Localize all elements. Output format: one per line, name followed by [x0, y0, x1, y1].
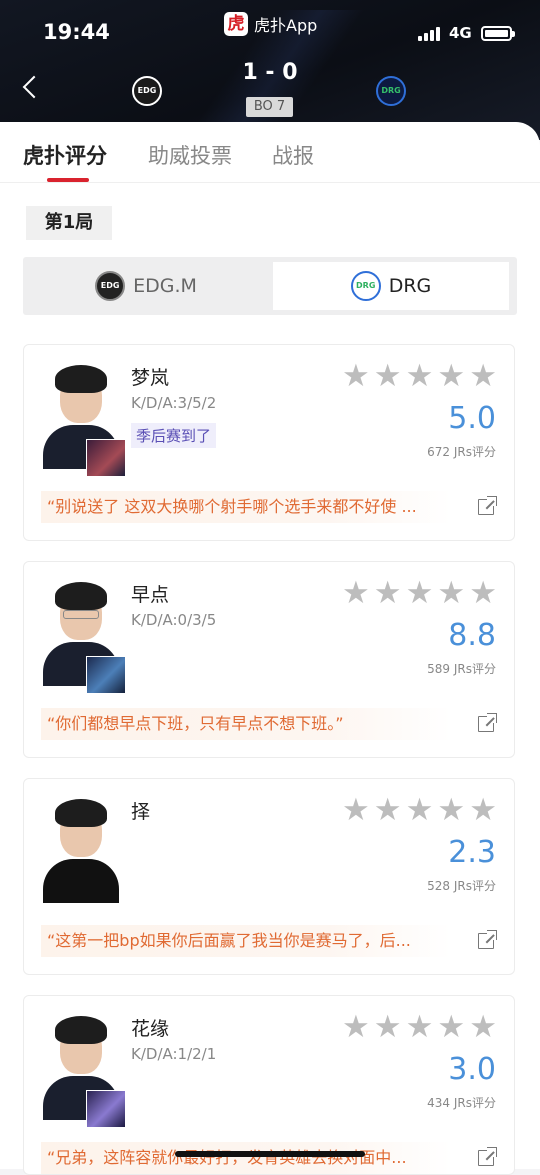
rating-count: 589 JRs评分	[427, 662, 496, 676]
share-icon[interactable]	[478, 713, 497, 732]
round-selector[interactable]: 第1局	[26, 206, 112, 240]
star-icon[interactable]: ★	[374, 1012, 402, 1043]
player-card[interactable]: 早点 K/D/A:0/3/5 ★ ★ ★ ★ ★ 8.8 589 JRs评分 “你们都想…	[23, 561, 515, 758]
star-icon[interactable]: ★	[437, 1012, 465, 1043]
top-comment[interactable]: “别说送了 这双大换哪个射手哪个选手来都不好使 ...	[41, 491, 451, 523]
cellular-signal-icon	[418, 27, 440, 41]
player-kda: K/D/A:1/2/1	[131, 1045, 217, 1063]
app-name: 虎扑App	[254, 16, 318, 35]
match-header: 19:44 虎 虎扑App 4G EDG 1 - 0 BO 7 DRG	[0, 0, 540, 140]
player-card[interactable]: 梦岚 K/D/A:3/5/2 季后赛到了 ★ ★ ★ ★ ★ 5.0 672 JRs评分…	[23, 344, 515, 541]
star-icon[interactable]: ★	[406, 795, 434, 826]
rating-stars[interactable]: ★ ★ ★ ★ ★	[342, 795, 497, 826]
team-option-label: EDG.M	[133, 275, 197, 297]
champion-icon	[86, 656, 126, 694]
team-option-label: DRG	[388, 275, 432, 297]
hupu-logo-icon: 虎	[224, 12, 248, 36]
team-option-edgm[interactable]: EDG EDG.M	[28, 262, 264, 310]
star-icon[interactable]: ★	[469, 578, 497, 609]
drg-logo-icon: DRG	[350, 271, 381, 301]
tab-match-report[interactable]: 战报	[272, 140, 314, 170]
share-icon[interactable]	[478, 930, 497, 949]
top-comment[interactable]: “你们都想早点下班，只有早点不想下班。”	[41, 708, 451, 740]
player-name: 择	[131, 801, 151, 823]
player-name: 花缘	[131, 1018, 170, 1040]
player-card[interactable]: 择 ★ ★ ★ ★ ★ 2.3 528 JRs评分 “这第一把bp如果你后面赢了我当你是…	[23, 778, 515, 975]
champion-icon	[86, 439, 126, 477]
player-avatar	[41, 797, 121, 903]
status-time: 19:44	[43, 20, 110, 44]
tab-active-indicator	[47, 178, 89, 182]
star-icon[interactable]: ★	[374, 578, 402, 609]
rating-count: 528 JRs评分	[427, 879, 496, 893]
player-card[interactable]: 花缘 K/D/A:1/2/1 ★ ★ ★ ★ ★ 3.0 434 JRs评分 “兄弟，这…	[23, 995, 515, 1175]
edg-logo-icon: EDG	[95, 271, 126, 301]
network-type: 4G	[449, 24, 472, 42]
match-score: 1 - 0	[242, 60, 298, 85]
star-icon[interactable]: ★	[342, 361, 370, 392]
star-icon[interactable]: ★	[374, 795, 402, 826]
star-icon[interactable]: ★	[469, 795, 497, 826]
star-icon[interactable]: ★	[342, 795, 370, 826]
player-kda: K/D/A:0/3/5	[131, 611, 217, 629]
tab-cheer-vote[interactable]: 助威投票	[148, 140, 232, 170]
player-name: 梦岚	[131, 367, 170, 389]
star-icon[interactable]: ★	[469, 1012, 497, 1043]
battery-icon	[481, 26, 515, 41]
star-icon[interactable]: ★	[437, 361, 465, 392]
star-icon[interactable]: ★	[406, 1012, 434, 1043]
drg-team-logo: DRG	[376, 76, 406, 106]
player-rating: 2.3	[448, 835, 496, 870]
star-icon[interactable]: ★	[406, 361, 434, 392]
share-icon[interactable]	[478, 496, 497, 515]
rating-count: 672 JRs评分	[427, 445, 496, 459]
team-toggle: EDG EDG.M DRG DRG	[23, 257, 517, 315]
match-format-badge: BO 7	[246, 97, 293, 117]
tab-hupu-rating[interactable]: 虎扑评分	[23, 140, 107, 170]
player-rating: 8.8	[448, 618, 496, 653]
player-name: 早点	[131, 584, 170, 606]
home-indicator[interactable]	[175, 1151, 365, 1157]
rating-count: 434 JRs评分	[427, 1096, 496, 1110]
rating-stars[interactable]: ★ ★ ★ ★ ★	[342, 361, 497, 392]
tab-bar: 虎扑评分 助威投票 战报	[0, 122, 540, 183]
player-rating: 5.0	[448, 401, 496, 436]
rating-stars[interactable]: ★ ★ ★ ★ ★	[342, 1012, 497, 1043]
star-icon[interactable]: ★	[469, 361, 497, 392]
rating-stars[interactable]: ★ ★ ★ ★ ★	[342, 578, 497, 609]
app-indicator: 虎 虎扑App	[224, 12, 317, 36]
top-comment[interactable]: “这第一把bp如果你后面赢了我当你是赛马了，后...	[41, 925, 451, 957]
share-icon[interactable]	[478, 1147, 497, 1166]
star-icon[interactable]: ★	[437, 578, 465, 609]
player-kda: K/D/A:3/5/2	[131, 394, 217, 412]
team-option-drg[interactable]: DRG DRG	[273, 262, 509, 310]
star-icon[interactable]: ★	[406, 578, 434, 609]
player-rating: 3.0	[448, 1052, 496, 1087]
star-icon[interactable]: ★	[437, 795, 465, 826]
top-comment[interactable]: “兄弟，这阵容就你最好打，发育英雄去换对面中...	[41, 1142, 451, 1174]
star-icon[interactable]: ★	[342, 578, 370, 609]
star-icon[interactable]: ★	[342, 1012, 370, 1043]
player-tag: 季后赛到了	[131, 423, 217, 448]
champion-icon	[86, 1090, 126, 1128]
star-icon[interactable]: ★	[374, 361, 402, 392]
